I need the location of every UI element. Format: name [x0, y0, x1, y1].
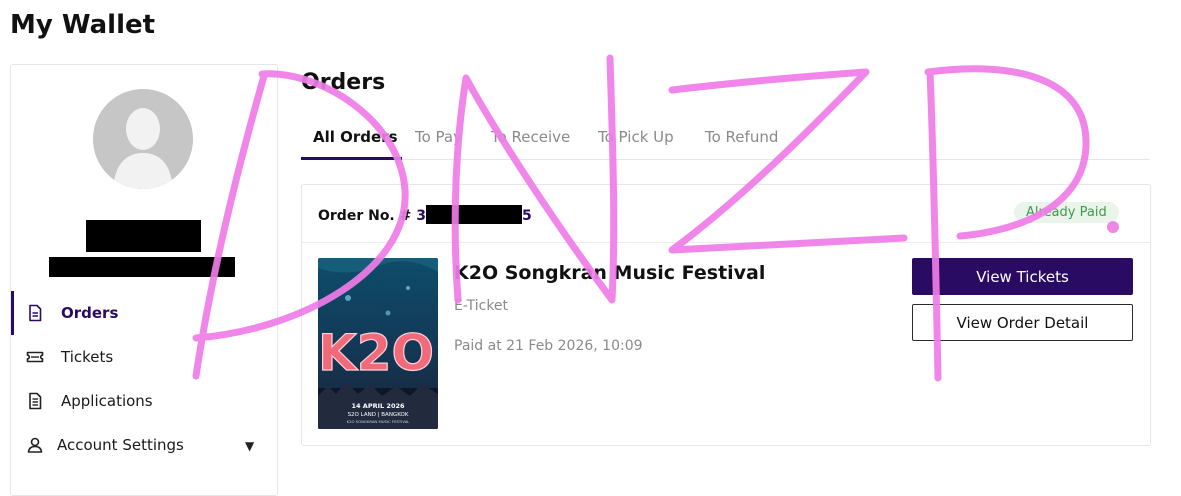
order-number: Order No. # 3 5	[318, 205, 532, 224]
order-tabs: All Orders To Pay To Receive To Pick Up …	[301, 116, 1150, 160]
poster-sub-text: K2O SONGKRAN MUSIC FESTIVAL	[347, 419, 411, 424]
order-number-label: Order No. #	[318, 208, 412, 224]
user-icon	[27, 437, 43, 453]
svg-text:K2O: K2O	[318, 324, 434, 382]
sidebar-item-label: Account Settings	[57, 436, 184, 454]
poster-venue-text: S2O LAND | BANGKOK	[348, 412, 409, 418]
redacted-user-email	[49, 257, 235, 277]
redacted-user-name	[86, 220, 201, 252]
sidebar-item-label: Applications	[61, 392, 153, 410]
sidebar: Orders Tickets Applications Account Sett…	[10, 64, 278, 496]
tab-to-receive[interactable]: To Receive	[491, 128, 570, 146]
sidebar-item-account-settings[interactable]: Account Settings ▼	[11, 423, 277, 467]
order-card: Order No. # 3 5 Already Paid K2O 14 APRIL…	[301, 184, 1151, 446]
tab-all-orders[interactable]: All Orders	[313, 128, 398, 146]
tab-to-pay[interactable]: To Pay	[415, 128, 462, 146]
user-silhouette-icon	[93, 89, 193, 189]
order-number-prefix: 3	[416, 208, 426, 224]
view-order-detail-button[interactable]: View Order Detail	[912, 304, 1133, 341]
active-tab-indicator	[301, 157, 402, 160]
sidebar-item-label: Orders	[61, 304, 119, 322]
event-title[interactable]: K2O Songkran Music Festival	[454, 262, 765, 284]
paid-at-timestamp: Paid at 21 Feb 2026, 10:09	[454, 338, 643, 354]
sidebar-item-tickets[interactable]: Tickets	[11, 335, 277, 379]
page-title: My Wallet	[10, 10, 156, 40]
document-icon	[29, 304, 42, 322]
tab-to-refund[interactable]: To Refund	[705, 128, 778, 146]
redacted-order-number	[425, 205, 522, 224]
tab-to-pick-up[interactable]: To Pick Up	[598, 128, 674, 146]
event-poster[interactable]: K2O 14 APRIL 2026 S2O LAND | BANGKOK K2O…	[318, 258, 438, 429]
order-header: Order No. # 3 5 Already Paid	[302, 185, 1150, 243]
chevron-down-icon[interactable]: ▼	[245, 439, 254, 453]
ticket-type: E-Ticket	[454, 298, 509, 314]
document-list-icon	[29, 392, 42, 410]
sidebar-item-orders[interactable]: Orders	[11, 291, 277, 335]
order-number-suffix: 5	[521, 208, 532, 224]
orders-heading: Orders	[301, 70, 386, 95]
sidebar-item-label: Tickets	[61, 348, 114, 366]
sidebar-menu: Orders Tickets Applications Account Sett…	[11, 291, 277, 467]
status-badge: Already Paid	[1014, 202, 1119, 223]
avatar[interactable]	[93, 89, 193, 189]
poster-date-text: 14 APRIL 2026	[351, 402, 404, 410]
sidebar-item-applications[interactable]: Applications	[11, 379, 277, 423]
event-poster-art: K2O 14 APRIL 2026 S2O LAND | BANGKOK K2O…	[318, 258, 438, 429]
view-tickets-button[interactable]: View Tickets	[912, 258, 1133, 295]
ticket-icon	[26, 351, 44, 363]
